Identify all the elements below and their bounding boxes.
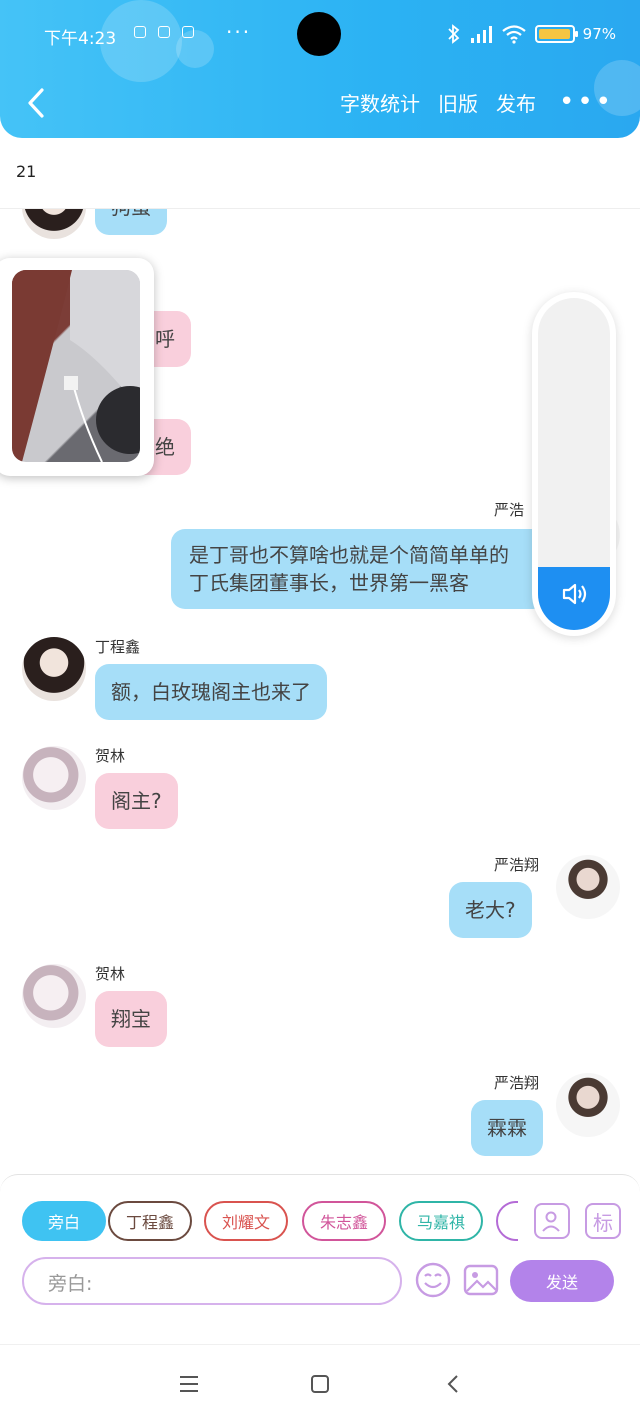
avatar[interactable]	[556, 1073, 620, 1137]
message-bubble[interactable]: 额，白玫瑰阁主也来了	[95, 664, 327, 720]
back-icon[interactable]	[22, 86, 50, 120]
wifi-icon	[501, 25, 526, 44]
more-notifications-icon: ···	[226, 20, 252, 44]
role-chip-narrator[interactable]: 旁白	[22, 1201, 106, 1241]
avatar[interactable]	[22, 637, 86, 701]
speaker-name: 贺林	[95, 965, 126, 983]
notification-icons	[134, 26, 194, 38]
chat-message: 贺林 阁主?	[0, 743, 640, 839]
speaker-name: 贺林	[95, 747, 126, 765]
role-chip-zhu[interactable]: 朱志鑫	[302, 1201, 386, 1241]
message-bubble[interactable]: 老大?	[449, 882, 532, 938]
character-settings-icon[interactable]	[534, 1203, 570, 1239]
chat-notification-icon	[158, 26, 170, 38]
message-bubble[interactable]: 翔宝	[95, 991, 167, 1047]
video-content-icon	[12, 270, 140, 462]
avatar[interactable]	[22, 746, 86, 810]
chat-message: 丁程鑫 额，白玫瑰阁主也来了	[0, 634, 640, 730]
chat-message: 贺林 翔宝	[0, 961, 640, 1057]
app-header: 下午4:23 ··· 97% 字数统计 旧版 发布 •••	[0, 0, 640, 138]
person-icon	[542, 1211, 560, 1232]
role-chip-ma[interactable]: 马嘉祺	[399, 1201, 483, 1241]
app-notification-icon	[182, 26, 194, 38]
chat-message: 严浩翔 老大?	[0, 852, 640, 948]
volume-slider[interactable]	[532, 292, 616, 636]
message-bubble[interactable]: 霖霖	[471, 1100, 543, 1156]
composer: 旁白 丁程鑫 刘耀文 朱志鑫 马嘉祺 标 旁白: 发送	[0, 1174, 640, 1306]
role-chip-ding[interactable]: 丁程鑫	[108, 1201, 192, 1241]
message-line: 是丁哥也不算啥也就是个简简单单的	[189, 543, 509, 567]
camera-cutout	[297, 12, 341, 56]
message-bubble[interactable]: 阁主?	[95, 773, 178, 829]
header-actions: 字数统计 旧版 发布	[340, 88, 536, 117]
tag-button[interactable]: 标	[585, 1203, 621, 1239]
avatar[interactable]	[22, 964, 86, 1028]
bluetooth-icon	[448, 24, 460, 44]
speaker-name: 严浩翔	[494, 1074, 540, 1092]
send-button[interactable]: 发送	[510, 1260, 614, 1302]
word-count-value: 21	[16, 162, 37, 181]
more-menu-icon[interactable]: •••	[559, 88, 614, 116]
message-line: 丁氏集团董事长，世界第一黑客	[189, 571, 469, 595]
battery-icon	[534, 25, 578, 43]
speaker-name: 丁程鑫	[95, 638, 141, 656]
role-chip-liu[interactable]: 刘耀文	[204, 1201, 288, 1241]
chat-message: 严浩翔 霖霖	[0, 1070, 640, 1166]
old-version-button[interactable]: 旧版	[438, 88, 478, 117]
battery-fill	[538, 29, 570, 39]
volume-track[interactable]	[538, 298, 610, 630]
message-input[interactable]: 旁白:	[22, 1257, 402, 1305]
speaker-icon	[562, 583, 587, 605]
message-bubble[interactable]: 狗蛋	[95, 209, 167, 235]
word-count-button[interactable]: 字数统计	[340, 88, 420, 117]
role-selector[interactable]: 旁白 丁程鑫 刘耀文 朱志鑫 马嘉祺	[22, 1201, 518, 1245]
image-icon[interactable]	[462, 1261, 500, 1299]
app-notification-icon	[134, 26, 146, 38]
video-frame	[12, 270, 140, 462]
publish-button[interactable]: 发布	[496, 88, 536, 117]
signal-icon	[470, 26, 492, 43]
back-nav-icon[interactable]	[441, 1371, 467, 1397]
floating-video-window[interactable]	[0, 258, 154, 476]
speaker-name: 严浩翔	[494, 856, 540, 874]
message-bubble[interactable]: 是丁哥也不算啥也就是个简简单单的 丁氏集团董事长，世界第一黑客	[171, 529, 547, 609]
avatar[interactable]	[556, 855, 620, 919]
speaker-name: 严浩	[494, 501, 525, 519]
home-icon[interactable]	[307, 1371, 333, 1397]
role-chip-partial[interactable]	[496, 1201, 518, 1241]
battery-percent: 97%	[582, 25, 616, 43]
system-navigation-bar	[0, 1344, 640, 1422]
menu-icon[interactable]	[176, 1371, 202, 1397]
avatar[interactable]	[22, 209, 86, 239]
emoji-icon[interactable]	[414, 1261, 452, 1299]
status-time: 下午4:23	[44, 29, 117, 49]
status-right: 97%	[447, 24, 616, 44]
